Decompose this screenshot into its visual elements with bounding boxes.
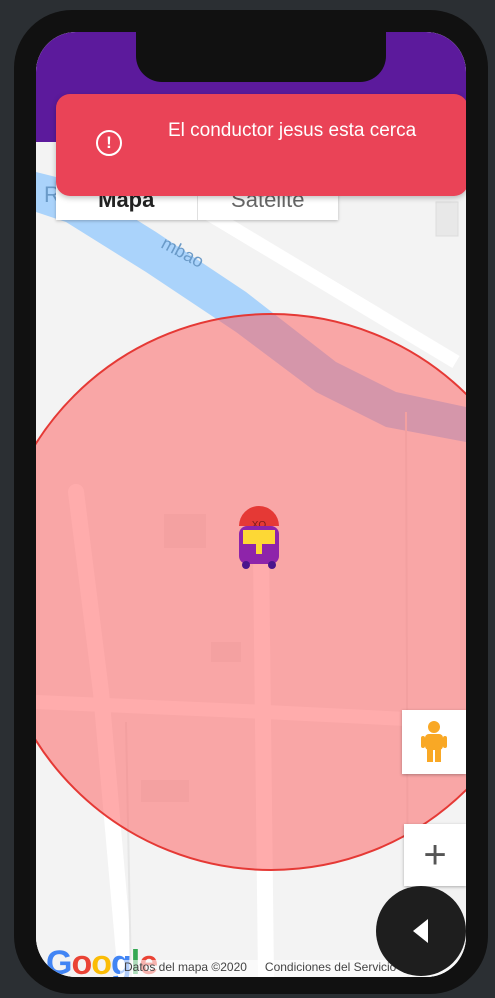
pegman-icon xyxy=(421,721,447,762)
back-button[interactable] xyxy=(376,886,466,976)
arrow-left-icon xyxy=(413,919,428,943)
driver-radius-circle xyxy=(36,313,466,871)
alert-circle-icon: ! xyxy=(96,130,122,156)
map-data-credit: Datos del mapa ©2020 xyxy=(124,960,247,974)
zoom-in-button[interactable]: + xyxy=(404,824,466,886)
taxi-car-icon[interactable]: XO xyxy=(239,506,279,569)
terms-link[interactable]: Condiciones del Servicio xyxy=(265,960,396,977)
screen: R mbao XO Mapa Satelite ! El conductor j… xyxy=(36,32,466,977)
device-notch xyxy=(136,32,386,82)
toast-message: El conductor jesus esta cerca xyxy=(168,120,417,141)
street-view-button[interactable] xyxy=(402,710,466,774)
driver-nearby-toast[interactable]: ! El conductor jesus esta cerca xyxy=(56,94,466,196)
phone-frame: R mbao XO Mapa Satelite ! El conductor j… xyxy=(14,10,488,994)
